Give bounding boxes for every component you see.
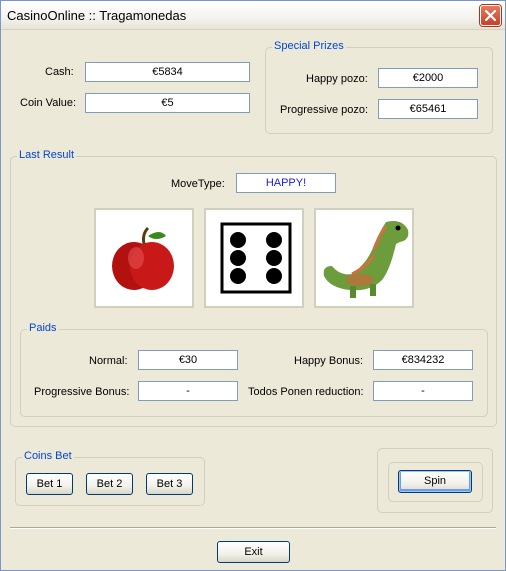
paids-group: Paids xyxy=(20,322,488,417)
close-button[interactable] xyxy=(480,5,501,26)
special-prizes-group: Special Prizes xyxy=(265,40,493,134)
normal-label: Normal: xyxy=(89,355,128,367)
paids-legend: Paids xyxy=(27,322,59,334)
movetype-field[interactable]: HAPPY! xyxy=(236,173,336,193)
dinosaur-icon xyxy=(323,221,409,298)
progressive-pozo-label: Progressive pozo: xyxy=(280,104,369,116)
main-window: CasinoOnline :: Tragamonedas Cash: €5834… xyxy=(0,0,506,571)
normal-field[interactable]: €30 xyxy=(138,350,238,370)
close-icon xyxy=(485,10,496,21)
progressive-pozo-field[interactable]: €65461 xyxy=(378,99,478,119)
last-result-legend: Last Result xyxy=(17,149,77,161)
todos-ponen-field[interactable]: - xyxy=(373,381,473,401)
footer-separator xyxy=(10,527,496,529)
reel-1 xyxy=(94,208,194,308)
reel-3 xyxy=(314,208,414,308)
progressive-bonus-field[interactable]: - xyxy=(138,381,238,401)
coin-value-field[interactable]: €5 xyxy=(85,93,250,113)
dice-six-icon xyxy=(220,222,292,294)
happy-pozo-label: Happy pozo: xyxy=(306,73,368,85)
happy-bonus-field[interactable]: €834232 xyxy=(373,350,473,370)
coin-value-label: Coin Value: xyxy=(20,97,77,109)
bet-3-button[interactable]: Bet 3 xyxy=(146,473,193,495)
movetype-label: MoveType: xyxy=(171,178,225,190)
bet-2-button[interactable]: Bet 2 xyxy=(86,473,133,495)
cash-label: Cash: xyxy=(45,66,74,78)
coins-bet-legend: Coins Bet xyxy=(22,450,74,462)
window-title: CasinoOnline :: Tragamonedas xyxy=(7,8,187,23)
title-bar[interactable]: CasinoOnline :: Tragamonedas xyxy=(1,1,505,30)
spin-button[interactable]: Spin xyxy=(398,470,472,493)
cash-field[interactable]: €5834 xyxy=(85,62,250,82)
bet-1-button[interactable]: Bet 1 xyxy=(26,473,73,495)
reel-2 xyxy=(204,208,304,308)
happy-bonus-label: Happy Bonus: xyxy=(294,355,364,367)
exit-button[interactable]: Exit xyxy=(217,541,290,563)
happy-pozo-field[interactable]: €2000 xyxy=(378,68,478,88)
progressive-bonus-label: Progressive Bonus: xyxy=(34,386,130,398)
special-prizes-legend: Special Prizes xyxy=(272,40,346,52)
apple-icon xyxy=(112,226,174,290)
todos-ponen-label: Todos Ponen reduction: xyxy=(248,386,364,398)
